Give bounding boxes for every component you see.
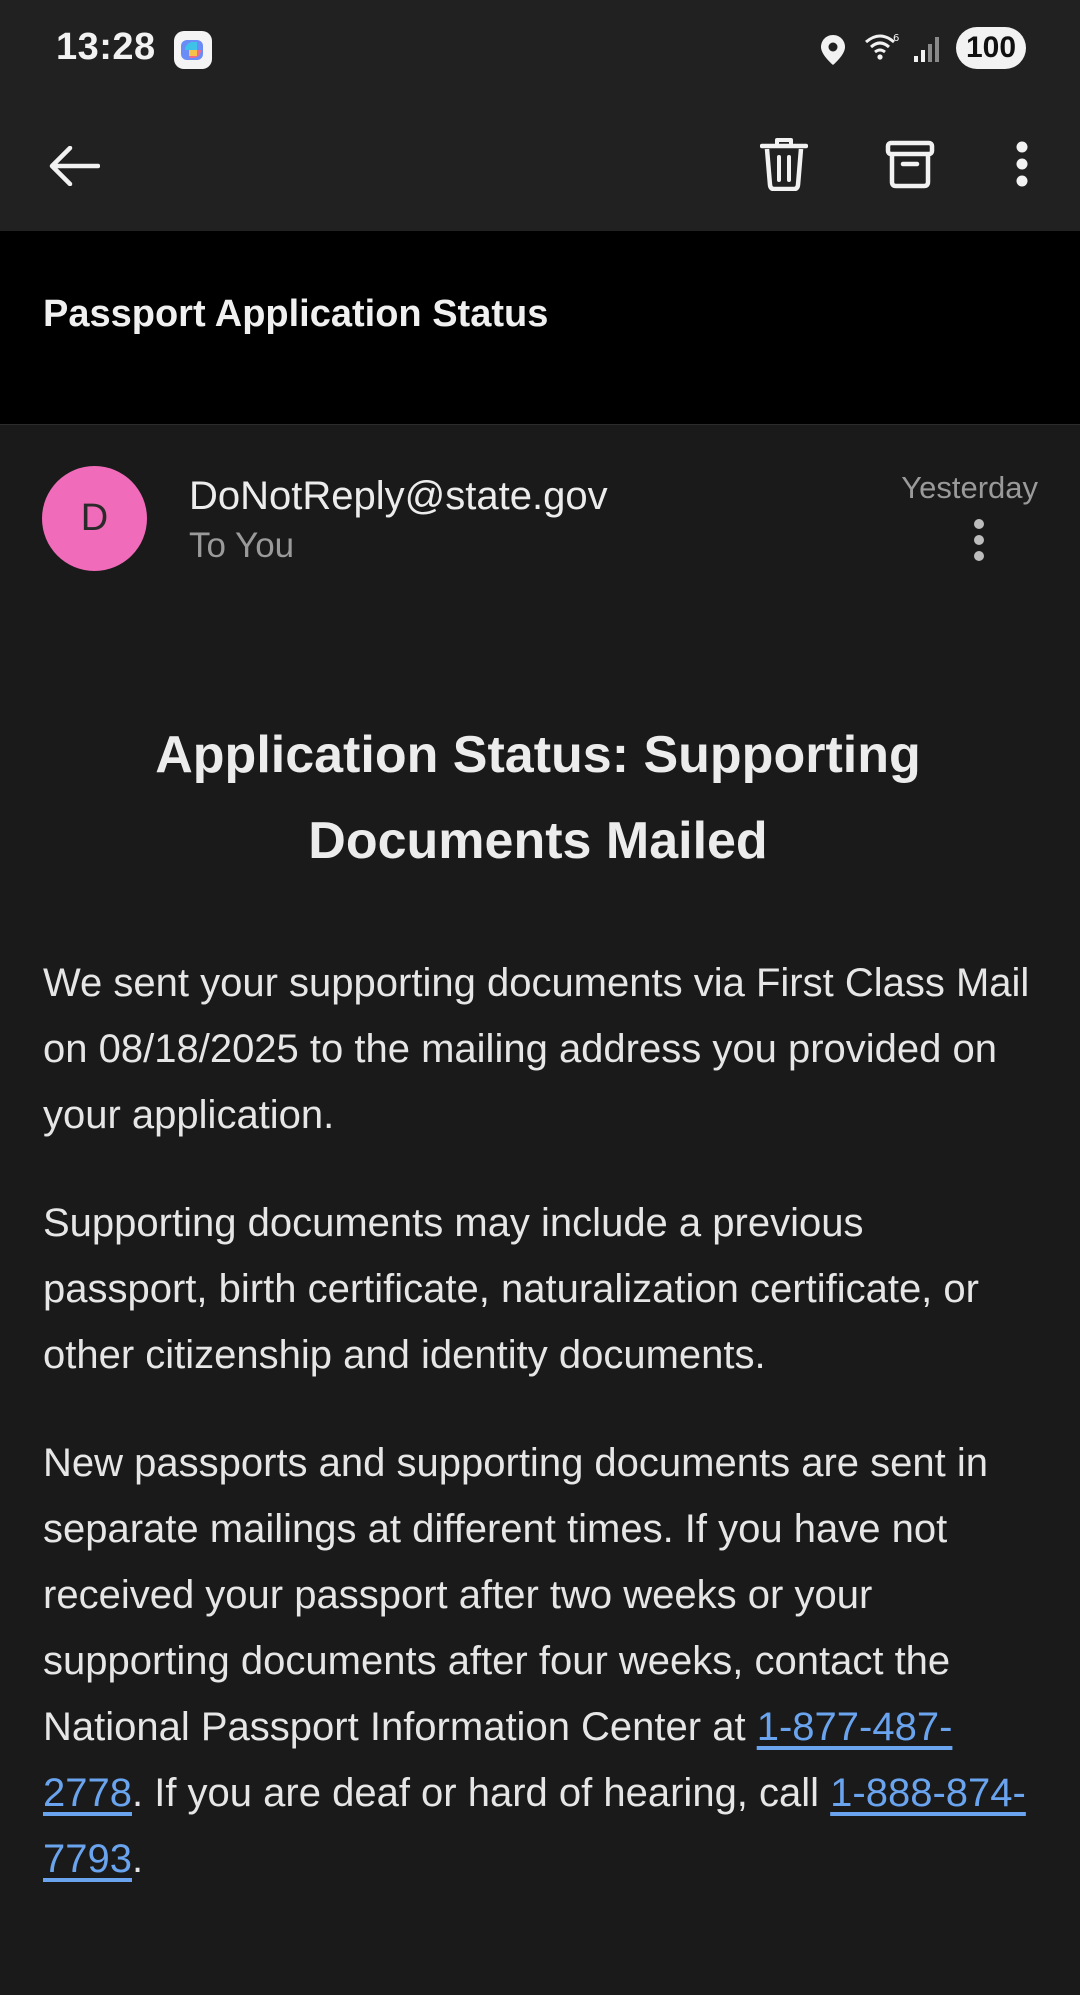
more-vert-icon bbox=[974, 519, 984, 561]
archive-icon bbox=[885, 140, 935, 189]
contact-text-1: New passports and supporting documents a… bbox=[43, 1441, 988, 1749]
svg-text:6: 6 bbox=[893, 33, 899, 44]
more-vert-icon bbox=[1016, 141, 1028, 187]
contact-text-2: . If you are deaf or hard of hearing, ca… bbox=[131, 1771, 831, 1815]
email-heading: Application Status: Supporting Documents… bbox=[155, 726, 921, 870]
back-button[interactable] bbox=[36, 128, 112, 204]
paragraph-documents: Supporting documents may include a previ… bbox=[43, 1201, 979, 1377]
battery-indicator: 100 bbox=[956, 27, 1026, 69]
subject-header: Passport Application Status bbox=[0, 231, 1080, 425]
status-time: 13:28 bbox=[56, 26, 156, 68]
location-icon bbox=[821, 35, 845, 65]
avatar[interactable]: D bbox=[42, 466, 147, 571]
email-body: Application Status: Supporting Documents… bbox=[43, 712, 1033, 1934]
back-arrow-icon bbox=[49, 146, 100, 186]
contact-text-3: . bbox=[131, 1837, 144, 1881]
paragraph-mailed: We sent your supporting documents via Fi… bbox=[43, 961, 1030, 1137]
delete-button[interactable] bbox=[746, 126, 822, 202]
sender-row[interactable]: D DoNotReply@state.gov To You Yesterday bbox=[0, 426, 1080, 606]
paragraph-contact: New passports and supporting documents a… bbox=[43, 1430, 1033, 1892]
signal-icon bbox=[914, 37, 939, 62]
app-bar bbox=[0, 100, 1080, 231]
copilot-app-icon bbox=[174, 31, 212, 69]
archive-button[interactable] bbox=[872, 126, 948, 202]
message-options-button[interactable] bbox=[960, 518, 998, 578]
wifi-icon: 6 bbox=[865, 33, 899, 60]
email-subject: Passport Application Status bbox=[43, 293, 549, 335]
status-icons: 6 100 bbox=[740, 0, 1080, 100]
status-bar: 13:28 6 100 bbox=[0, 0, 1080, 100]
sender-email: DoNotReply@state.gov bbox=[189, 474, 608, 518]
more-options-button[interactable] bbox=[984, 126, 1060, 202]
email-date: Yesterday bbox=[901, 470, 1038, 505]
trash-icon bbox=[760, 138, 808, 191]
recipient-label[interactable]: To You bbox=[189, 526, 294, 566]
